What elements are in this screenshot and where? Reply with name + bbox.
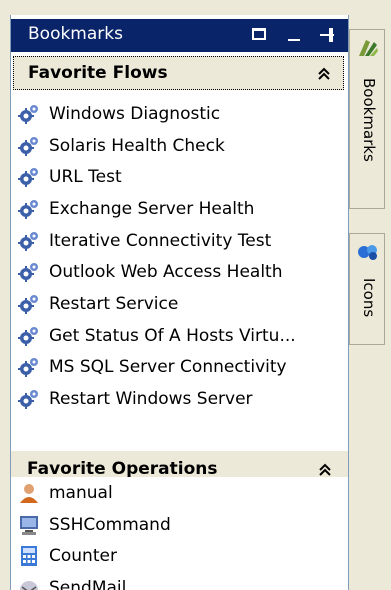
flow-gear-icon [17, 355, 41, 379]
flow-list-item[interactable]: Restart Service [11, 288, 348, 320]
favorite-operations-list: manual SSHCommand Counter SendMail [11, 477, 348, 590]
item-label: Windows Diagnostic [49, 103, 221, 124]
item-label: Restart Service [49, 293, 179, 314]
item-label: SSHCommand [49, 514, 171, 535]
flow-list-item[interactable]: Exchange Server Health [11, 193, 348, 225]
flow-list-item[interactable]: URL Test [11, 161, 348, 193]
collapse-chevrons-icon[interactable] [317, 66, 331, 82]
flow-gear-icon [17, 165, 41, 189]
flow-list-item[interactable]: Iterative Connectivity Test [11, 225, 348, 257]
item-label: SendMail [49, 577, 127, 590]
pin-button[interactable] [318, 25, 338, 45]
maximize-icon [252, 28, 266, 40]
pin-icon-head [329, 28, 333, 42]
mail-icon [17, 576, 41, 590]
flow-gear-icon [17, 324, 41, 348]
tab-label: Bookmarks [360, 78, 378, 162]
item-label: MS SQL Server Connectivity [49, 357, 287, 378]
operation-list-item[interactable]: Counter [11, 540, 348, 572]
section-title: Favorite Operations [27, 459, 218, 479]
flow-list-item[interactable]: Outlook Web Access Health [11, 256, 348, 288]
item-label: Get Status Of A Hosts Virtu... [49, 325, 296, 346]
flow-list-item[interactable]: Windows Diagnostic [11, 98, 348, 130]
operation-list-item[interactable]: SSHCommand [11, 509, 348, 541]
item-label: Iterative Connectivity Test [49, 230, 272, 251]
user-icon [17, 481, 41, 505]
minimize-icon [288, 39, 300, 41]
bookmarks-panel: Bookmarks Favorite Flows Windows Diagnos… [10, 15, 349, 590]
item-label: Counter [49, 546, 117, 567]
maximize-button[interactable] [250, 25, 270, 45]
computer-icon [17, 513, 41, 537]
section-title: Favorite Flows [28, 63, 168, 83]
panel-title-bar[interactable]: Bookmarks [11, 19, 348, 52]
flow-gear-icon [17, 197, 41, 221]
item-label: Solaris Health Check [49, 135, 225, 156]
favorite-flows-list: Windows Diagnostic Solaris Health Check UR… [11, 98, 348, 415]
flow-list-item[interactable]: Get Status Of A Hosts Virtu... [11, 320, 348, 352]
flow-gear-icon [17, 134, 41, 158]
panel-title: Bookmarks [28, 24, 123, 44]
tab-label: Icons [360, 278, 378, 318]
section-header-favorite-flows[interactable]: Favorite Flows [13, 56, 344, 90]
title-bar-buttons [250, 24, 338, 46]
item-label: Restart Windows Server [49, 389, 253, 410]
item-label: Outlook Web Access Health [49, 262, 283, 283]
minimize-button[interactable] [284, 25, 304, 45]
item-label: Exchange Server Health [49, 198, 255, 219]
flow-gear-icon [17, 260, 41, 284]
icons-tab-icon [356, 240, 380, 264]
bookmarks-tab-icon [356, 36, 380, 60]
flow-list-item[interactable]: MS SQL Server Connectivity [11, 352, 348, 384]
tab-icons[interactable]: Icons [349, 233, 385, 345]
flow-gear-icon [17, 102, 41, 126]
operation-list-item[interactable]: SendMail [11, 572, 348, 590]
flow-list-item[interactable]: Restart Windows Server [11, 383, 348, 415]
flow-gear-icon [17, 387, 41, 411]
flow-gear-icon [17, 292, 41, 316]
collapse-chevrons-icon[interactable] [318, 462, 332, 478]
flow-list-item[interactable]: Solaris Health Check [11, 130, 348, 162]
tab-bookmarks[interactable]: Bookmarks [349, 29, 385, 209]
item-label: URL Test [49, 167, 122, 188]
operation-list-item[interactable]: manual [11, 477, 348, 509]
item-label: manual [49, 482, 113, 503]
flow-gear-icon [17, 229, 41, 253]
side-tab-strip: Bookmarks Icons [347, 15, 391, 590]
calculator-icon [17, 544, 41, 568]
